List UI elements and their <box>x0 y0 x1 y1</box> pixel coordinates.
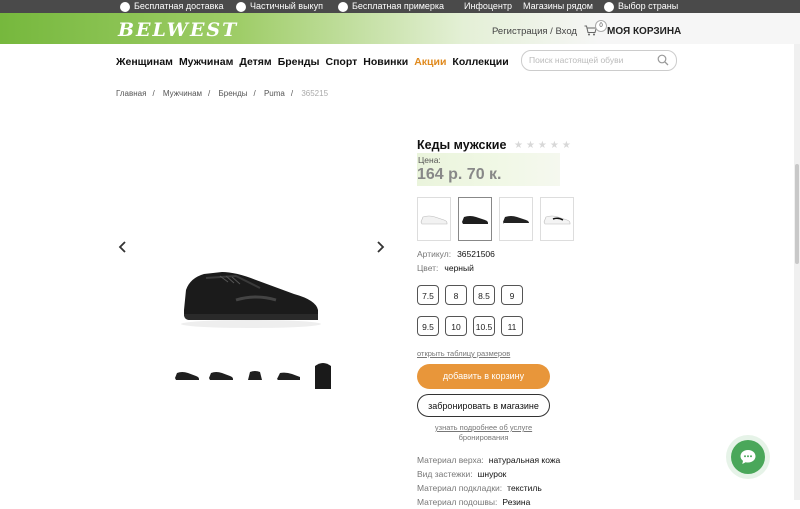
chat-button[interactable] <box>731 440 765 474</box>
attribute-row: Материал верха: натуральная кожа <box>417 453 560 467</box>
attribute-row: Материал подкладки: текстиль <box>417 481 560 495</box>
nav-item-men[interactable]: Мужчинам <box>179 56 233 68</box>
size-table-link[interactable]: открыть таблицу размеров <box>417 349 510 358</box>
reserve-in-store-button[interactable]: забронировать в магазине <box>417 394 550 417</box>
free-fitting-link[interactable]: Бесплатная примерка <box>338 0 444 13</box>
attribute-row: Материал подошвы: Резина <box>417 495 560 509</box>
price-value: 164 р. 70 к. <box>417 166 502 183</box>
reserve-info-line1: узнать подробнее об услуге <box>434 423 533 432</box>
thumbnail[interactable] <box>238 358 272 392</box>
wallet-icon <box>236 1 246 12</box>
nav-item-kids[interactable]: Детям <box>239 56 271 68</box>
nav-item-new[interactable]: Новинки <box>363 56 408 68</box>
partial-buyout-link[interactable]: Частичный выкуп <box>236 0 323 13</box>
size-option[interactable]: 8.5 <box>473 285 495 305</box>
chevron-right-icon[interactable] <box>373 240 387 254</box>
size-option[interactable]: 7.5 <box>417 285 439 305</box>
logo[interactable]: BELWEST <box>118 19 238 41</box>
price-label: Цена: <box>418 155 441 165</box>
attribute-value: текстиль <box>507 483 542 493</box>
size-option[interactable]: 8 <box>445 285 467 305</box>
product-attributes: Материал верха: натуральная кожа Вид заст… <box>417 453 560 509</box>
thumbnail-strip <box>170 358 340 392</box>
country-select-link[interactable]: Выбор страны <box>604 0 678 13</box>
color-variant-black-white[interactable] <box>499 197 533 241</box>
attribute-label: Материал верха: <box>417 455 484 465</box>
infocenter-link[interactable]: Инфоцентр <box>464 0 512 13</box>
chevron-left-icon[interactable] <box>116 240 130 254</box>
attribute-value: шнурок <box>477 469 507 479</box>
breadcrumb-puma[interactable]: Puma <box>264 89 285 98</box>
scrollbar-thumb[interactable] <box>795 164 799 264</box>
color-label: Цвет: <box>417 263 439 273</box>
nav-item-sport[interactable]: Спорт <box>325 56 357 68</box>
color-variants <box>417 197 581 241</box>
color-value: черный <box>444 263 474 273</box>
size-option[interactable]: 9 <box>501 285 523 305</box>
reserve-info-link[interactable]: узнать подробнее об услуге бронирования <box>417 423 550 443</box>
attribute-value: натуральная кожа <box>488 455 561 465</box>
breadcrumb-men[interactable]: Мужчинам <box>163 89 202 98</box>
nav-item-brands[interactable]: Бренды <box>278 56 320 68</box>
attribute-row: Вид застежки: шнурок <box>417 467 560 481</box>
auth-link[interactable]: Регистрация / Вход <box>492 26 577 37</box>
size-row-2: 9.5 10 10.5 11 <box>417 316 529 336</box>
reserve-info-line2: бронирования <box>458 433 509 442</box>
page-scrollbar[interactable] <box>794 44 800 500</box>
thumbnail[interactable] <box>204 358 238 392</box>
search-input[interactable]: Поиск настоящей обуви <box>521 50 677 71</box>
attribute-label: Материал подкладки: <box>417 483 503 493</box>
thumbnail[interactable] <box>272 358 306 392</box>
free-delivery-link[interactable]: Бесплатная доставка <box>120 0 224 13</box>
nav-item-women[interactable]: Женщинам <box>116 56 173 68</box>
product-main-image <box>181 272 321 328</box>
search-placeholder: Поиск настоящей обуви <box>529 55 624 65</box>
size-row-1: 7.5 8 8.5 9 <box>417 285 529 305</box>
stores-nearby-link[interactable]: Магазины рядом <box>523 0 593 13</box>
chat-icon <box>740 450 756 464</box>
thumbnail[interactable] <box>306 358 340 392</box>
size-option[interactable]: 10 <box>445 316 467 336</box>
breadcrumb: Главная / Мужчинам / Бренды / Puma/ 365215 <box>116 89 329 98</box>
rating-stars[interactable]: ★★★★★ <box>514 140 574 151</box>
sku-row: Артикул: 36521506 <box>417 249 495 259</box>
globe-icon <box>604 1 614 12</box>
site-header: BELWEST Регистрация / Вход 0 МОЯ КОРЗИНА <box>0 13 800 44</box>
size-option[interactable]: 9.5 <box>417 316 439 336</box>
nav-item-sale[interactable]: Акции <box>414 56 446 68</box>
breadcrumb-home[interactable]: Главная <box>116 89 146 98</box>
breadcrumb-current: 365215 <box>301 89 329 98</box>
size-option[interactable]: 10.5 <box>473 316 495 336</box>
main-nav: Женщинам Мужчинам Детям Бренды Спорт Нов… <box>116 56 515 68</box>
color-row: Цвет: черный <box>417 263 474 273</box>
sku-value: 36521506 <box>457 249 495 259</box>
color-variant-white[interactable] <box>417 197 451 241</box>
nav-item-collections[interactable]: Коллекции <box>452 56 508 68</box>
top-info-bar: Бесплатная доставка Частичный выкуп Бесп… <box>0 0 800 13</box>
attribute-label: Материал подошвы: <box>417 497 498 507</box>
sku-label: Артикул: <box>417 249 452 259</box>
cart-count-badge: 0 <box>595 20 607 32</box>
hanger-icon <box>338 1 348 12</box>
product-title: Кеды мужские <box>417 138 507 152</box>
cart-link[interactable]: МОЯ КОРЗИНА <box>607 26 681 37</box>
breadcrumb-brands[interactable]: Бренды <box>219 89 248 98</box>
attribute-label: Вид застежки: <box>417 469 473 479</box>
add-to-cart-button[interactable]: добавить в корзину <box>417 364 550 389</box>
color-variant-white-black[interactable] <box>540 197 574 241</box>
attribute-value: Резина <box>502 497 531 507</box>
search-icon[interactable] <box>657 54 669 66</box>
size-option[interactable]: 11 <box>501 316 523 336</box>
thumbnail[interactable] <box>170 358 204 392</box>
color-variant-black[interactable] <box>458 197 492 241</box>
truck-icon <box>120 1 130 12</box>
